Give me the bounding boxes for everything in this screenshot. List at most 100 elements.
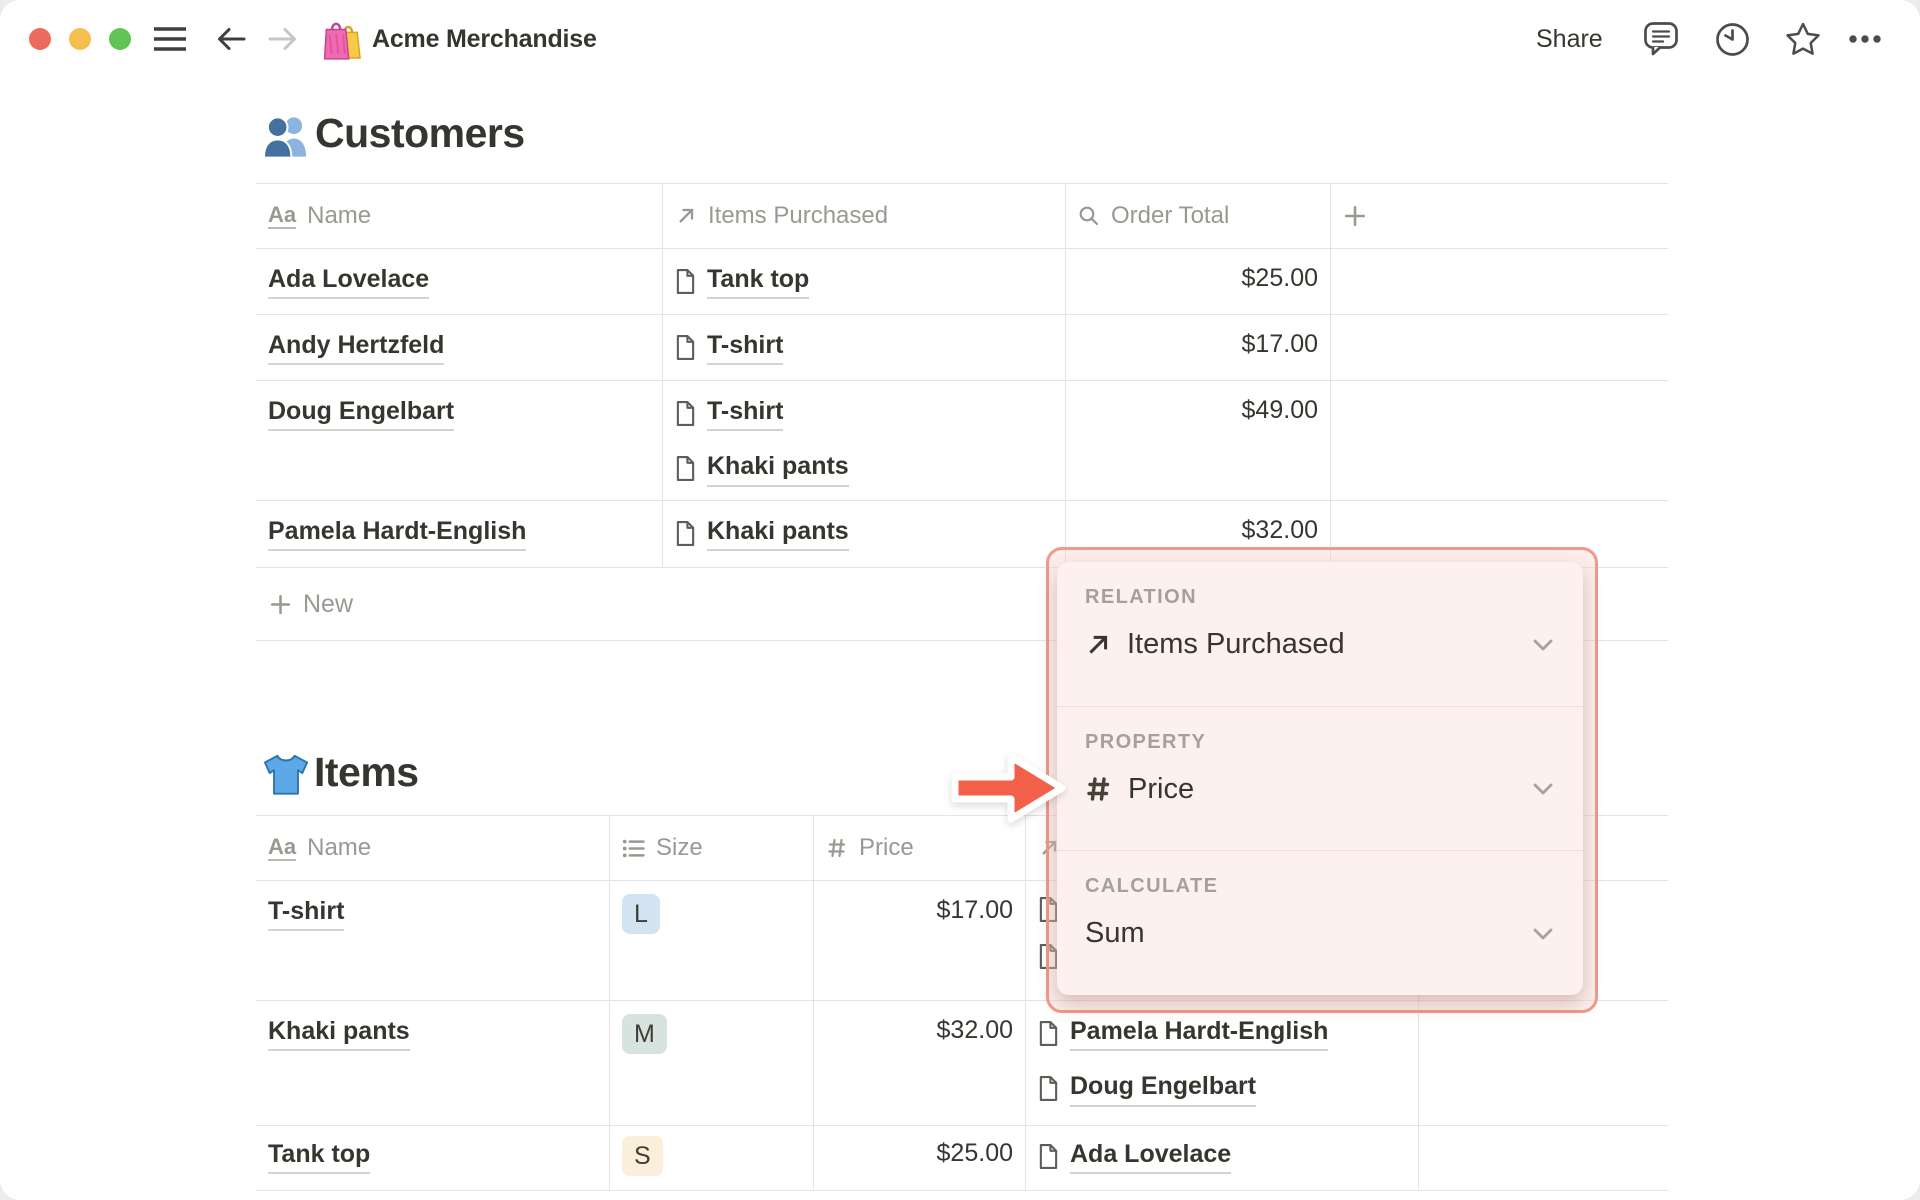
item-page-link[interactable]: T-shirt — [675, 396, 1053, 432]
order-total-cell[interactable]: $17.00 — [1065, 315, 1330, 380]
arrow-up-right-icon — [678, 208, 694, 224]
column-header-label: Price — [859, 834, 914, 861]
page-icon — [676, 401, 695, 427]
shopping-bags-icon — [324, 22, 361, 60]
title-icon: Aa — [268, 833, 297, 861]
column-header-order-total[interactable]: Order Total — [1065, 184, 1330, 248]
table-row: Khaki pants M $32.00 Pamela Hardt-Englis… — [256, 1001, 1668, 1126]
page-icon — [1039, 1076, 1058, 1102]
share-label: Share — [1536, 24, 1603, 53]
traffic-light-close[interactable] — [29, 28, 51, 50]
order-total-cell[interactable]: $49.00 — [1065, 381, 1330, 500]
column-header-label: Items Purchased — [708, 202, 889, 229]
size-tag[interactable]: S — [622, 1136, 663, 1177]
popup-section-property: PROPERTY Price — [1057, 705, 1583, 851]
size-tag[interactable]: L — [622, 894, 660, 935]
column-header-name[interactable]: Aa Name — [256, 816, 609, 880]
table-row: Andy Hertzfeld T-shirt $17.00 — [256, 315, 1668, 381]
column-header-label: Order Total — [1111, 202, 1230, 229]
annotation-arrow-icon — [951, 753, 1066, 823]
popup-section-label: PROPERTY — [1085, 730, 1207, 753]
page-icon — [1039, 1144, 1058, 1170]
plus-icon — [270, 594, 291, 614]
price-cell[interactable]: $25.00 — [813, 1126, 1025, 1190]
page-emoji — [324, 0, 362, 78]
add-column-button[interactable] — [1330, 184, 1668, 248]
property-dropdown[interactable]: Price — [1085, 773, 1557, 806]
item-page-link[interactable]: T-shirt — [675, 330, 1053, 366]
item-page-link[interactable]: Tank top — [675, 264, 1053, 300]
page-icon — [676, 456, 695, 482]
title-icon: Aa — [268, 201, 297, 229]
busts-in-silhouette-emoji — [263, 116, 307, 158]
hamburger-icon — [154, 27, 186, 51]
page-icon — [676, 335, 695, 361]
chevron-down-icon — [1533, 928, 1553, 940]
calculate-dropdown-value: Sum — [1085, 917, 1145, 950]
items-heading: Items — [263, 748, 419, 796]
customer-page-link[interactable]: Doug Engelbart — [268, 396, 455, 432]
traffic-light-zoom[interactable] — [109, 28, 131, 50]
forward-button[interactable] — [266, 0, 300, 78]
comment-icon — [1644, 22, 1678, 56]
item-page-link[interactable]: T-shirt — [268, 896, 345, 932]
hash-icon — [828, 838, 846, 858]
item-page-link[interactable]: Khaki pants — [268, 1016, 410, 1052]
column-header-items-purchased[interactable]: Items Purchased — [662, 184, 1065, 248]
popup-section-relation: RELATION Items Purchased — [1057, 562, 1583, 706]
order-total-cell[interactable]: $25.00 — [1065, 249, 1330, 314]
favorite-button[interactable] — [1784, 0, 1822, 78]
customer-page-link[interactable]: Pamela Hardt-English — [1038, 1016, 1406, 1052]
page-icon — [676, 521, 695, 547]
page-title: Acme Merchandise — [372, 0, 597, 78]
relation-dropdown[interactable]: Items Purchased — [1085, 628, 1557, 661]
customer-page-link[interactable]: Pamela Hardt-English — [268, 516, 527, 552]
property-dropdown-value: Price — [1128, 772, 1195, 805]
history-clock-icon — [1716, 22, 1749, 56]
price-cell[interactable]: $17.00 — [813, 881, 1025, 1000]
popup-section-label: CALCULATE — [1085, 875, 1219, 898]
column-header-label: Name — [307, 202, 372, 229]
table-row: Ada Lovelace Tank top $25.00 — [256, 249, 1668, 315]
popup-section-label: RELATION — [1085, 586, 1197, 608]
column-header-label: Size — [656, 834, 703, 861]
back-button[interactable] — [214, 0, 248, 78]
forward-arrow-icon — [268, 28, 296, 50]
column-header-label: Name — [307, 834, 372, 861]
customer-page-link[interactable]: Ada Lovelace — [268, 264, 430, 300]
item-page-link[interactable]: Khaki pants — [675, 451, 1053, 487]
table-row: Doug Engelbart T-shirt Khaki pants $49.0… — [256, 381, 1668, 501]
price-cell[interactable]: $32.00 — [813, 1001, 1025, 1125]
chevron-down-icon — [1533, 783, 1553, 795]
customer-page-link[interactable]: Doug Engelbart — [1038, 1071, 1406, 1107]
hash-icon — [1087, 777, 1110, 801]
column-header-size[interactable]: Size — [609, 816, 813, 880]
magnifier-icon — [1079, 206, 1099, 226]
star-icon — [1786, 22, 1820, 55]
titlebar: Acme Merchandise Share — [0, 0, 1920, 78]
popup-section-calculate: CALCULATE Sum — [1057, 850, 1583, 995]
traffic-light-minimize[interactable] — [69, 28, 91, 50]
customers-heading-text: Customers — [315, 109, 525, 156]
calculate-dropdown[interactable]: Sum — [1085, 917, 1557, 950]
items-heading-text: Items — [314, 748, 419, 795]
item-page-link[interactable]: Tank top — [268, 1139, 371, 1175]
relation-dropdown-value: Items Purchased — [1127, 628, 1345, 660]
item-page-link[interactable]: Khaki pants — [675, 516, 1053, 552]
comments-button[interactable] — [1643, 0, 1680, 78]
customer-page-link[interactable]: Ada Lovelace — [1038, 1139, 1406, 1175]
more-options-button[interactable] — [1848, 0, 1882, 78]
ellipsis-icon — [1849, 35, 1881, 43]
back-arrow-icon — [218, 28, 246, 50]
arrow-up-right-icon — [1088, 635, 1108, 654]
size-tag[interactable]: M — [622, 1014, 667, 1055]
customers-heading: Customers — [263, 108, 525, 158]
column-header-name[interactable]: Aa Name — [256, 184, 662, 248]
rollup-config-popup: RELATION Items Purchased PROPERTY Price … — [1057, 562, 1583, 995]
customers-table-header: Aa Name Items Purchased Order Total — [256, 184, 1668, 249]
share-button[interactable]: Share — [1536, 0, 1603, 78]
sidebar-menu-button[interactable] — [152, 0, 188, 78]
customer-page-link[interactable]: Andy Hertzfeld — [268, 330, 445, 366]
chevron-down-icon — [1533, 639, 1553, 650]
history-button[interactable] — [1714, 0, 1751, 78]
